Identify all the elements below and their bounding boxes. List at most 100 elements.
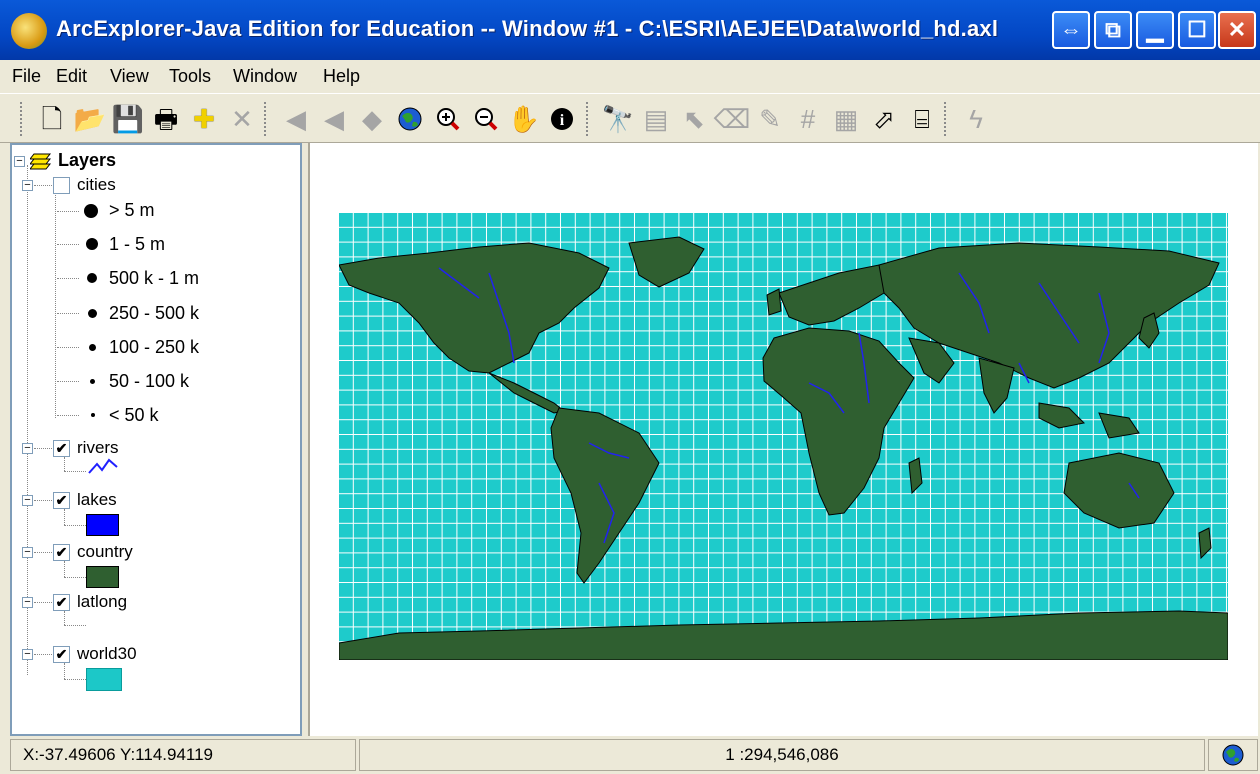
map-display[interactable] [308, 143, 1258, 736]
lakes-expand-toggle[interactable]: − [22, 495, 33, 506]
zoom-out-icon[interactable] [470, 103, 502, 135]
menu-edit[interactable]: Edit [56, 66, 87, 87]
maximize-button[interactable]: ☐ [1178, 11, 1216, 49]
open-icon[interactable]: 📂 [74, 103, 106, 135]
new-icon[interactable]: 🗋 [36, 103, 68, 135]
tree-line [55, 178, 56, 418]
coordinate-readout: X:-37.49606 Y:114.94119 [10, 739, 356, 771]
layer-name-rivers: rivers [77, 438, 119, 457]
menu-bar: File Edit View Tools Window Help [0, 60, 1260, 93]
legend-class-label: 100 - 250 k [109, 337, 200, 357]
attribute-table-icon[interactable]: ▦ [830, 103, 862, 135]
app-globe-icon [11, 13, 47, 49]
window-title: ArcExplorer-Java Edition for Education -… [56, 16, 999, 41]
rivers-expand-toggle[interactable]: − [22, 443, 33, 454]
tree-line [64, 577, 86, 578]
tree-line [64, 679, 86, 680]
grid-icon[interactable]: # [792, 103, 824, 135]
remove-layer-icon[interactable]: ✕ [226, 103, 258, 135]
tree-line [57, 313, 79, 314]
toolbar-separator [264, 102, 270, 136]
close-button[interactable]: ✕ [1218, 11, 1256, 49]
cities-expand-toggle[interactable]: − [22, 180, 33, 191]
status-globe-cell [1208, 739, 1258, 771]
status-bar: X:-37.49606 Y:114.94119 1 :294,546,086 [0, 736, 1260, 774]
menu-file[interactable]: File [12, 66, 41, 87]
tree-line [57, 211, 79, 212]
toolbar: 🗋 📂 💾 🖶 ✚ ✕ ◀ ◀ ◆ ✋ i 🔭 ▤ ⬉ ⌫ ✎ # ▦ ⬀ ⌸ … [0, 93, 1260, 143]
forward-extent-icon[interactable]: ◀ [318, 103, 350, 135]
tree-line [64, 525, 86, 526]
select-icon[interactable]: ⬉ [678, 103, 710, 135]
toolbar-grip [20, 102, 26, 136]
tree-line [64, 625, 86, 626]
legend-dot-symbol [84, 204, 98, 218]
lightning-icon[interactable]: ϟ [960, 103, 992, 135]
legend-class-label: 250 - 500 k [109, 303, 200, 323]
legend-class-label: 1 - 5 m [109, 234, 166, 254]
world30-checkbox[interactable]: ✔ [53, 646, 70, 663]
legend-dot-symbol [89, 344, 96, 351]
tree-line [57, 278, 79, 279]
world30-expand-toggle[interactable]: − [22, 649, 33, 660]
zoom-in-icon[interactable] [432, 103, 464, 135]
tree-line [34, 185, 52, 186]
clear-selection-icon[interactable]: ⌫ [714, 103, 751, 135]
tree-line [57, 347, 79, 348]
measure-icon[interactable]: ✎ [754, 103, 786, 135]
menu-help[interactable]: Help [323, 66, 360, 87]
world-map[interactable] [339, 213, 1228, 660]
minimize-button[interactable]: ▁ [1136, 11, 1174, 49]
legend-dot-symbol [87, 273, 97, 283]
lake-fill-symbol [86, 514, 119, 536]
tile-window-button[interactable]: ⧉ [1094, 11, 1132, 49]
print-icon[interactable]: 🖶 [150, 103, 182, 135]
legend-dot-symbol [90, 379, 95, 384]
find-icon[interactable]: 🔭 [602, 103, 634, 135]
pan-hand-icon[interactable]: ✋ [508, 103, 540, 135]
back-extent-icon[interactable]: ◀ [280, 103, 312, 135]
tree-line [34, 602, 52, 603]
layer-name-country: country [77, 542, 133, 561]
label-icon[interactable]: ⌸ [906, 103, 938, 135]
globe-status-icon [1222, 744, 1244, 766]
legend-class-label: 500 k - 1 m [109, 268, 200, 288]
toolbar-separator [944, 102, 950, 136]
menu-window[interactable]: Window [233, 66, 297, 87]
collapse-root-toggle[interactable]: − [14, 156, 25, 167]
country-expand-toggle[interactable]: − [22, 547, 33, 558]
layer-name-world30: world30 [77, 644, 137, 663]
layer-name-lakes: lakes [77, 490, 117, 509]
query-icon[interactable]: ▤ [640, 103, 672, 135]
tree-line [64, 561, 65, 577]
tree-line [57, 415, 79, 416]
latlong-checkbox[interactable]: ✔ [53, 594, 70, 611]
map-scale-readout: 1 :294,546,086 [359, 739, 1205, 771]
legend-class-label: < 50 k [109, 405, 159, 425]
cities-checkbox[interactable] [53, 177, 70, 194]
full-extent-globe-icon[interactable] [394, 103, 426, 135]
legend-dot-symbol [91, 413, 95, 417]
layers-stack-icon [30, 153, 52, 170]
restore-special-button[interactable]: ⇔ [1052, 11, 1090, 49]
latlong-expand-toggle[interactable]: − [22, 597, 33, 608]
menu-tools[interactable]: Tools [169, 66, 211, 87]
tree-line [64, 509, 65, 525]
svg-text:i: i [560, 112, 565, 129]
menu-view[interactable]: View [110, 66, 149, 87]
layer-list-panel: − Layers − cities > 5 m 1 - 5 m 500 k - … [10, 143, 302, 736]
hotlink-icon[interactable]: ⬀ [868, 103, 900, 135]
country-checkbox[interactable]: ✔ [53, 544, 70, 561]
country-fill-symbol [86, 566, 119, 588]
lakes-checkbox[interactable]: ✔ [53, 492, 70, 509]
legend-class-label: > 5 m [109, 200, 155, 220]
save-icon[interactable]: 💾 [112, 103, 144, 135]
identify-icon[interactable]: i [546, 103, 578, 135]
add-layer-icon[interactable]: ✚ [188, 103, 220, 135]
world30-fill-symbol [86, 668, 122, 691]
zoom-active-icon[interactable]: ◆ [356, 103, 388, 135]
layer-name-latlong: latlong [77, 592, 128, 611]
rivers-checkbox[interactable]: ✔ [53, 440, 70, 457]
legend-dot-symbol [86, 238, 98, 250]
legend-class-label: 50 - 100 k [109, 371, 190, 391]
